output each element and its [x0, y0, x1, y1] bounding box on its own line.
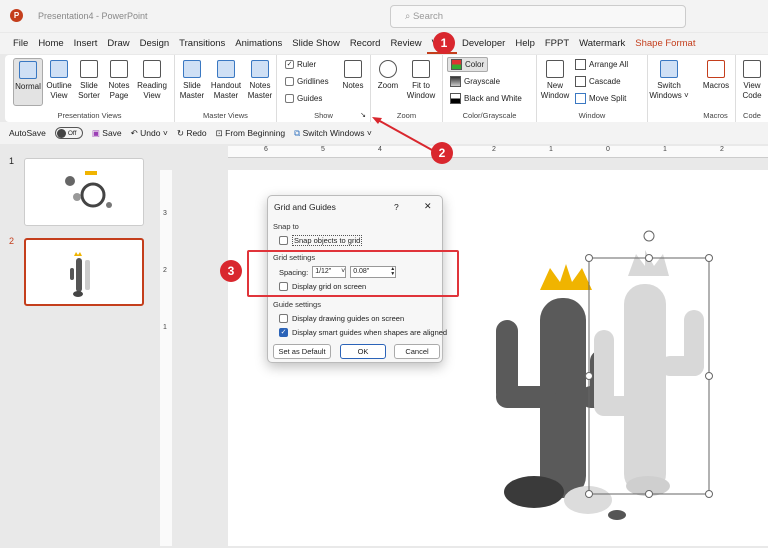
annotation-badge-1: 1	[433, 32, 455, 54]
annotation-badge-2: 2	[431, 142, 453, 164]
annotation-arrow	[372, 117, 433, 151]
annotation-badge-3: 3	[220, 260, 242, 282]
